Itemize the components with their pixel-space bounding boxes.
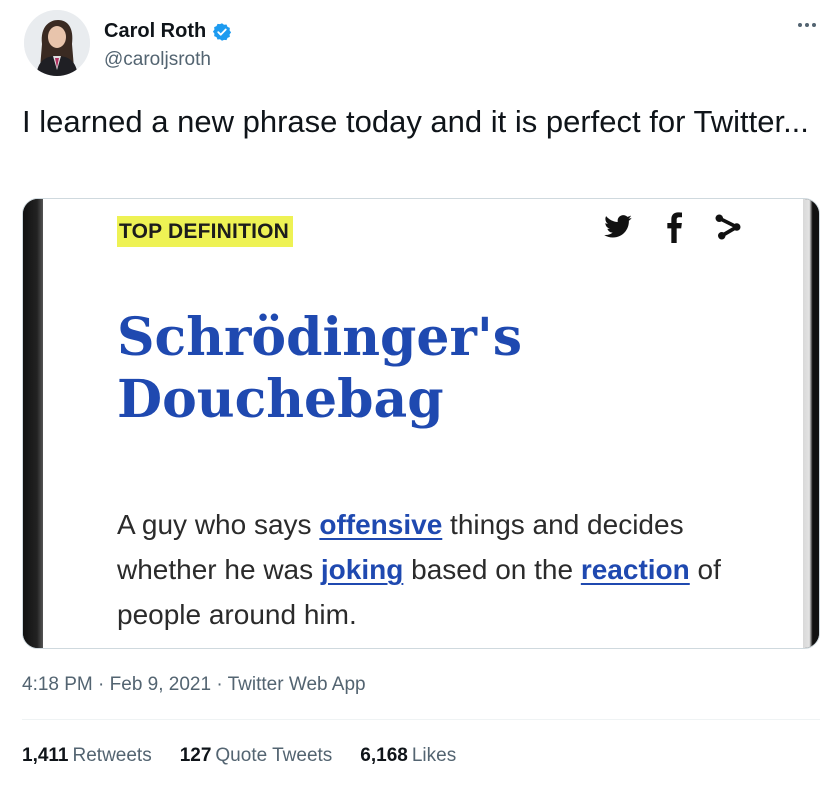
facebook-icon	[667, 212, 682, 243]
media-right-border	[803, 199, 819, 648]
meta-separator: ·	[211, 674, 228, 695]
avatar[interactable]	[24, 10, 90, 76]
link-reaction[interactable]: reaction	[581, 554, 690, 585]
retweets-stat[interactable]: 1,411 Retweets	[22, 745, 152, 767]
meaning-text: based on the	[403, 554, 581, 585]
retweets-count: 1,411	[22, 745, 69, 766]
avatar-image	[24, 10, 90, 76]
share-row	[601, 211, 743, 243]
media-left-border	[23, 199, 43, 648]
link-joking[interactable]: joking	[321, 554, 403, 585]
definition-word-line1: Schrödinger's	[117, 307, 523, 368]
link-offensive[interactable]: offensive	[319, 509, 442, 540]
tweet-text: I learned a new phrase today and it is p…	[22, 104, 809, 139]
quote-tweets-stat[interactable]: 127 Quote Tweets	[180, 745, 333, 767]
tweet-stats: 1,411 Retweets 127 Quote Tweets 6,168 Likes	[22, 745, 456, 767]
display-name[interactable]: Carol Roth	[104, 20, 206, 43]
share-icon	[715, 214, 741, 240]
user-handle[interactable]: @caroljsroth	[104, 49, 211, 71]
quote-tweets-count: 127	[179, 745, 212, 766]
verified-badge-icon	[213, 22, 232, 41]
divider	[22, 719, 820, 720]
tweet-header: Carol Roth @caroljsroth	[24, 8, 824, 80]
definition-meaning: A guy who says offensive things and deci…	[117, 502, 777, 637]
likes-label: Likes	[411, 745, 457, 766]
likes-stat[interactable]: 6,168 Likes	[360, 745, 456, 767]
tweet-date[interactable]: Feb 9, 2021	[110, 674, 211, 695]
likes-count: 6,168	[360, 745, 408, 766]
retweets-label: Retweets	[72, 745, 152, 766]
tweet-meta: 4:18 PM · Feb 9, 2021 · Twitter Web App	[22, 674, 366, 696]
definition-word-line2: Douchebag	[117, 369, 444, 430]
twitter-bird-icon	[604, 215, 632, 238]
tweet-time[interactable]: 4:18 PM	[22, 674, 93, 695]
top-definition-label: TOP DEFINITION	[117, 216, 294, 247]
more-options-icon[interactable]	[790, 12, 824, 38]
tweet-source[interactable]: Twitter Web App	[228, 674, 366, 695]
definition-word: Schrödinger's Douchebag	[117, 307, 757, 431]
tweet-media-image[interactable]: TOP DEFINITION Schrödinger's Douchebag A…	[22, 198, 820, 649]
meaning-text: A guy who says	[117, 509, 320, 540]
meta-separator: ·	[92, 674, 110, 695]
definition-card: TOP DEFINITION Schrödinger's Douchebag A…	[43, 199, 805, 648]
quote-tweets-label: Quote Tweets	[215, 745, 333, 766]
